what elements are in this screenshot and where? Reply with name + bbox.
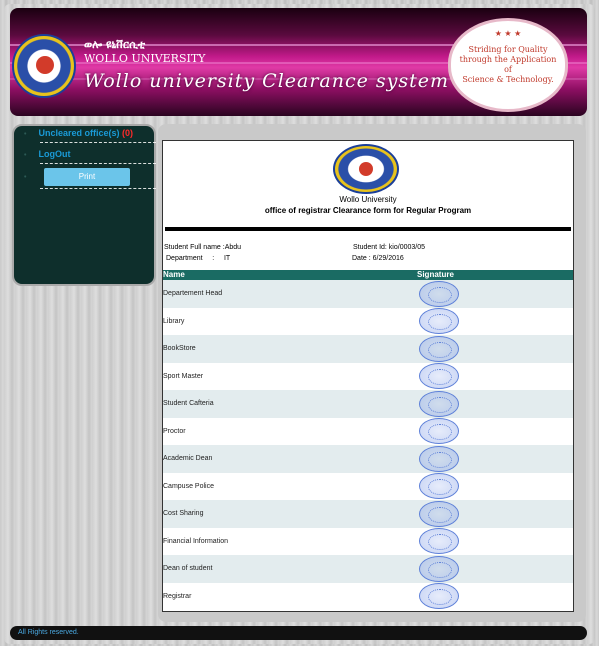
header-banner: ወሎ ዩኒቨርሲቲ WOLLO UNIVERSITY Wollo univers… xyxy=(10,8,587,116)
table-row: Registrar xyxy=(163,583,573,611)
table-row: Campuse Police xyxy=(163,473,573,501)
department-field: Department : IT xyxy=(166,255,231,262)
signature-cell xyxy=(417,280,463,307)
motto-line: Science & Technology. xyxy=(462,75,554,84)
signature-cell xyxy=(417,308,463,335)
office-name-cell: Student Cafteria xyxy=(163,400,214,408)
sidebar-divider xyxy=(40,142,156,143)
approval-stamp-icon xyxy=(419,280,459,307)
table-row: Dean of student xyxy=(163,555,573,583)
office-name-cell: Cost Sharing xyxy=(163,510,204,518)
signature-cell xyxy=(417,500,463,527)
sidebar: • Uncleared office(s) (0) • LogOut • Print xyxy=(12,124,156,286)
sidebar-print-bullet: • xyxy=(24,171,38,181)
university-amharic-name: ወሎ ዩኒቨርሲቲ xyxy=(84,38,146,51)
system-title: Wollo university Clearance system xyxy=(84,70,450,92)
sidebar-item-uncleared-offices[interactable]: • Uncleared office(s) (0) xyxy=(24,128,133,138)
university-name: WOLLO UNIVERSITY xyxy=(84,52,206,65)
motto-line: of xyxy=(504,65,512,74)
signature-cell xyxy=(417,583,463,610)
office-name-cell: Financial Information xyxy=(163,537,228,545)
form-university-name: Wollo University xyxy=(339,195,397,204)
approval-stamp-icon xyxy=(419,473,459,500)
approval-stamp-icon xyxy=(419,583,459,610)
bullet-icon: • xyxy=(24,131,27,138)
sidebar-divider xyxy=(40,188,156,189)
student-name-field: Student Full name :Abdu xyxy=(164,244,242,251)
footer-copyright: All Rights reserved. xyxy=(18,629,79,636)
table-row: Library xyxy=(163,308,573,336)
approval-stamp-icon xyxy=(419,528,459,555)
university-logo xyxy=(12,34,76,98)
approval-stamp-icon xyxy=(419,363,459,390)
form-divider xyxy=(165,227,571,231)
approval-stamp-icon xyxy=(419,418,459,445)
table-row: Departement Head xyxy=(163,280,573,308)
student-id-field: Student Id: kio/0003/05 xyxy=(353,244,425,251)
form-office-title: office of registrar Clearance form for R… xyxy=(264,206,472,215)
approval-stamp-icon xyxy=(419,555,459,582)
office-name-cell: Academic Dean xyxy=(163,455,213,463)
office-name-cell: Sport Master xyxy=(163,372,204,380)
office-name-cell: Registrar xyxy=(163,592,192,600)
table-row: BookStore xyxy=(163,335,573,363)
office-name-cell: Campuse Police xyxy=(163,482,214,490)
office-name-cell: Library xyxy=(163,317,185,325)
signature-cell xyxy=(417,528,463,555)
bullet-icon: • xyxy=(24,174,27,181)
signature-cell xyxy=(417,418,463,445)
table-row: Proctor xyxy=(163,418,573,446)
table-row: Cost Sharing xyxy=(163,500,573,528)
sidebar-divider xyxy=(40,163,156,164)
signature-cell xyxy=(417,445,463,472)
motto-line: Striding for Quality xyxy=(468,45,548,54)
table-row: Student Cafteria xyxy=(163,390,573,418)
date-field: Date : 6/29/2016 xyxy=(352,255,404,262)
uncleared-count-badge: (0) xyxy=(122,128,133,138)
clearance-table: Name Signature Departement Head Library Bo… xyxy=(163,270,573,610)
table-row: Financial Information xyxy=(163,528,573,556)
table-body: Departement Head Library BookStore Sport Ma… xyxy=(163,280,573,610)
column-header-name: Name xyxy=(163,270,185,279)
office-name-cell: Dean of student xyxy=(163,565,213,573)
office-name-cell: BookStore xyxy=(163,345,196,353)
sidebar-item-label: LogOut xyxy=(38,149,71,159)
print-button[interactable]: Print xyxy=(44,168,130,186)
approval-stamp-icon xyxy=(419,500,459,527)
clearance-form: Wollo University office of registrar Cle… xyxy=(162,140,574,612)
approval-stamp-icon xyxy=(419,335,459,362)
table-row: Academic Dean xyxy=(163,445,573,473)
approval-stamp-icon xyxy=(419,390,459,417)
approval-stamp-icon xyxy=(419,308,459,335)
sidebar-item-logout[interactable]: • LogOut xyxy=(24,149,70,159)
office-name-cell: Departement Head xyxy=(163,290,223,298)
signature-cell xyxy=(417,335,463,362)
signature-cell xyxy=(417,363,463,390)
motto-line: through the Application xyxy=(459,55,557,64)
signature-cell xyxy=(417,555,463,582)
form-university-logo xyxy=(333,144,399,194)
column-header-signature: Signature xyxy=(417,270,454,279)
office-name-cell: Proctor xyxy=(163,427,186,435)
table-header: Name Signature xyxy=(163,270,573,280)
table-row: Sport Master xyxy=(163,363,573,391)
signature-cell xyxy=(417,473,463,500)
motto-badge: ★ ★ ★ Striding for Quality through the A… xyxy=(448,18,568,112)
bullet-icon: • xyxy=(24,152,27,159)
approval-stamp-icon xyxy=(419,445,459,472)
sidebar-item-label: Uncleared office(s) xyxy=(38,128,120,138)
footer: All Rights reserved. xyxy=(10,626,587,640)
signature-cell xyxy=(417,390,463,417)
motto-stars: ★ ★ ★ xyxy=(494,29,522,38)
